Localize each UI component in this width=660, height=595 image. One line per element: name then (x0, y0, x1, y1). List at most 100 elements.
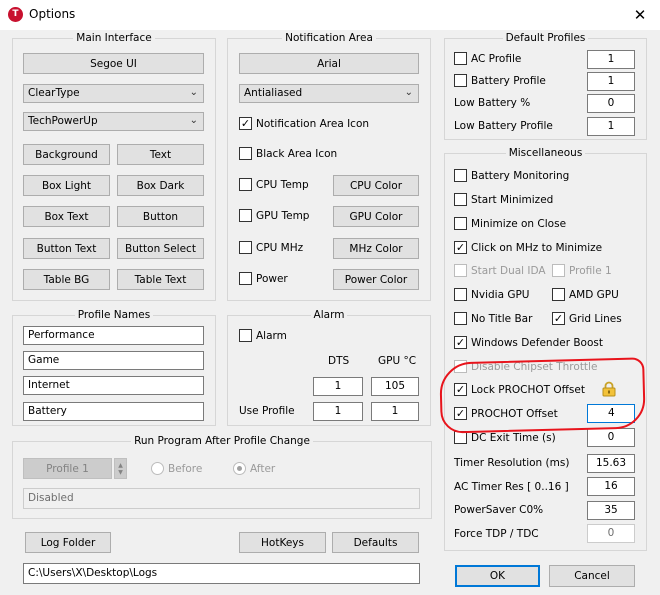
powersaver-input[interactable]: 35 (587, 501, 635, 520)
notify-font-button[interactable]: Arial (239, 53, 419, 74)
hotkeys-button[interactable]: HotKeys (239, 532, 326, 553)
timer-resolution-label: Timer Resolution (ms) (454, 457, 570, 469)
button-color-button[interactable]: Button (117, 206, 204, 227)
dc-exit-time-checkbox[interactable]: DC Exit Time (s) (454, 431, 556, 444)
log-path-input[interactable]: C:\Users\X\Desktop\Logs (23, 563, 420, 584)
button-select-button[interactable]: Button Select (117, 238, 204, 259)
gpu-temp-checkbox[interactable]: GPU Temp (239, 209, 309, 222)
checkbox-box (239, 241, 252, 254)
power-color-button[interactable]: Power Color (333, 269, 419, 290)
profile-name-input[interactable]: Internet (23, 376, 204, 395)
nvidia-gpu-checkbox[interactable]: Nvidia GPU (454, 288, 530, 301)
start-minimized-checkbox[interactable]: Start Minimized (454, 193, 553, 206)
battery-monitoring-checkbox[interactable]: Battery Monitoring (454, 169, 569, 182)
profile-name-input[interactable]: Game (23, 351, 204, 370)
main-theme-select[interactable]: TechPowerUp ⌄ (23, 112, 204, 131)
force-tdp-input[interactable]: 0 (587, 524, 635, 543)
background-color-button[interactable]: Background (23, 144, 110, 165)
checkbox-box (552, 288, 565, 301)
battery-profile-checkbox[interactable]: Battery Profile (454, 74, 546, 87)
alarm-dts-input[interactable]: 1 (313, 377, 363, 396)
defaults-button[interactable]: Defaults (332, 532, 419, 553)
box-dark-button[interactable]: Box Dark (117, 175, 204, 196)
before-radio[interactable]: Before (151, 462, 202, 475)
power-checkbox[interactable]: Power (239, 272, 288, 285)
before-label: Before (168, 462, 203, 475)
checkbox-box (454, 74, 467, 87)
checkbox-box (454, 217, 467, 230)
button-text-button[interactable]: Button Text (23, 238, 110, 259)
start-dual-ida-checkbox[interactable]: Start Dual IDA (454, 264, 546, 277)
check-icon: ✓ (239, 117, 252, 130)
profile-spinner[interactable]: ▲ ▼ (114, 458, 127, 479)
ac-profile-input[interactable]: 1 (587, 50, 635, 69)
no-title-bar-checkbox[interactable]: No Title Bar (454, 312, 532, 325)
profile-name-input[interactable]: Battery (23, 402, 204, 421)
profile-1-label: Profile 1 (569, 264, 612, 277)
box-light-button[interactable]: Box Light (23, 175, 110, 196)
checkbox-box (454, 52, 467, 65)
click-mhz-minimize-checkbox[interactable]: ✓ Click on MHz to Minimize (454, 241, 602, 254)
chevron-down-icon: ⌄ (404, 87, 413, 98)
black-icon-checkbox[interactable]: Black Area Icon (239, 147, 337, 160)
table-bg-button[interactable]: Table BG (23, 269, 110, 290)
low-battery-pct-label: Low Battery % (454, 97, 531, 109)
check-icon: ✓ (454, 336, 467, 349)
battery-monitoring-label: Battery Monitoring (471, 169, 570, 182)
black-icon-label: Black Area Icon (256, 147, 338, 160)
click-mhz-label: Click on MHz to Minimize (471, 241, 603, 254)
dc-exit-time-input[interactable]: 0 (587, 428, 635, 447)
main-rendering-select[interactable]: ClearType ⌄ (23, 84, 204, 103)
miscellaneous-title: Miscellaneous (505, 147, 586, 159)
notify-rendering-select[interactable]: Antialiased ⌄ (239, 84, 419, 103)
use-profile-dts-input[interactable]: 1 (313, 402, 363, 421)
box-text-button[interactable]: Box Text (23, 206, 110, 227)
check-icon: ✓ (552, 312, 565, 325)
minimize-on-close-checkbox[interactable]: Minimize on Close (454, 217, 566, 230)
checkbox-box (239, 272, 252, 285)
profile-1-checkbox[interactable]: Profile 1 (552, 264, 612, 277)
ac-timer-res-input[interactable]: 16 (587, 477, 635, 496)
run-profile-button[interactable]: Profile 1 (23, 458, 112, 479)
log-folder-button[interactable]: Log Folder (25, 532, 111, 553)
low-battery-profile-input[interactable]: 1 (587, 117, 635, 136)
gpu-color-button[interactable]: GPU Color (333, 206, 419, 227)
after-radio[interactable]: After (233, 462, 275, 475)
amd-gpu-checkbox[interactable]: AMD GPU (552, 288, 619, 301)
mhz-color-button[interactable]: MHz Color (333, 238, 419, 259)
alarm-gpu-input[interactable]: 105 (371, 377, 419, 396)
cpu-temp-label: CPU Temp (256, 178, 309, 191)
table-text-button[interactable]: Table Text (117, 269, 204, 290)
low-battery-pct-input[interactable]: 0 (587, 94, 635, 113)
ok-button[interactable]: OK (455, 565, 540, 587)
cpu-temp-checkbox[interactable]: CPU Temp (239, 178, 309, 191)
main-interface-title: Main Interface (73, 32, 155, 44)
text-color-button[interactable]: Text (117, 144, 204, 165)
profile-names-title: Profile Names (74, 309, 154, 321)
checkbox-box (454, 288, 467, 301)
checkbox-box (239, 178, 252, 191)
main-font-button[interactable]: Segoe UI (23, 53, 204, 74)
alarm-title: Alarm (310, 309, 348, 321)
run-program-path[interactable]: Disabled (23, 488, 420, 509)
notification-area-group: Notification Area (227, 32, 431, 301)
alarm-checkbox[interactable]: Alarm (239, 329, 287, 342)
cpu-mhz-checkbox[interactable]: CPU MHz (239, 241, 303, 254)
spin-down-icon: ▼ (118, 468, 123, 476)
grid-lines-checkbox[interactable]: ✓ Grid Lines (552, 312, 622, 325)
ac-profile-checkbox[interactable]: AC Profile (454, 52, 521, 65)
dc-exit-time-label: DC Exit Time (s) (471, 431, 556, 444)
profile-name-input[interactable]: Performance (23, 326, 204, 345)
ac-profile-label: AC Profile (471, 52, 522, 65)
alarm-label: Alarm (256, 329, 287, 342)
checkbox-box (454, 169, 467, 182)
notification-icon-checkbox[interactable]: ✓ Notification Area Icon (239, 117, 369, 130)
use-profile-gpu-input[interactable]: 1 (371, 402, 419, 421)
checkbox-box (552, 264, 565, 277)
cpu-color-button[interactable]: CPU Color (333, 175, 419, 196)
dts-header: DTS (328, 355, 350, 367)
radio-circle (233, 462, 246, 475)
battery-profile-input[interactable]: 1 (587, 72, 635, 91)
windows-defender-boost-checkbox[interactable]: ✓ Windows Defender Boost (454, 336, 603, 349)
cancel-button[interactable]: Cancel (549, 565, 635, 587)
